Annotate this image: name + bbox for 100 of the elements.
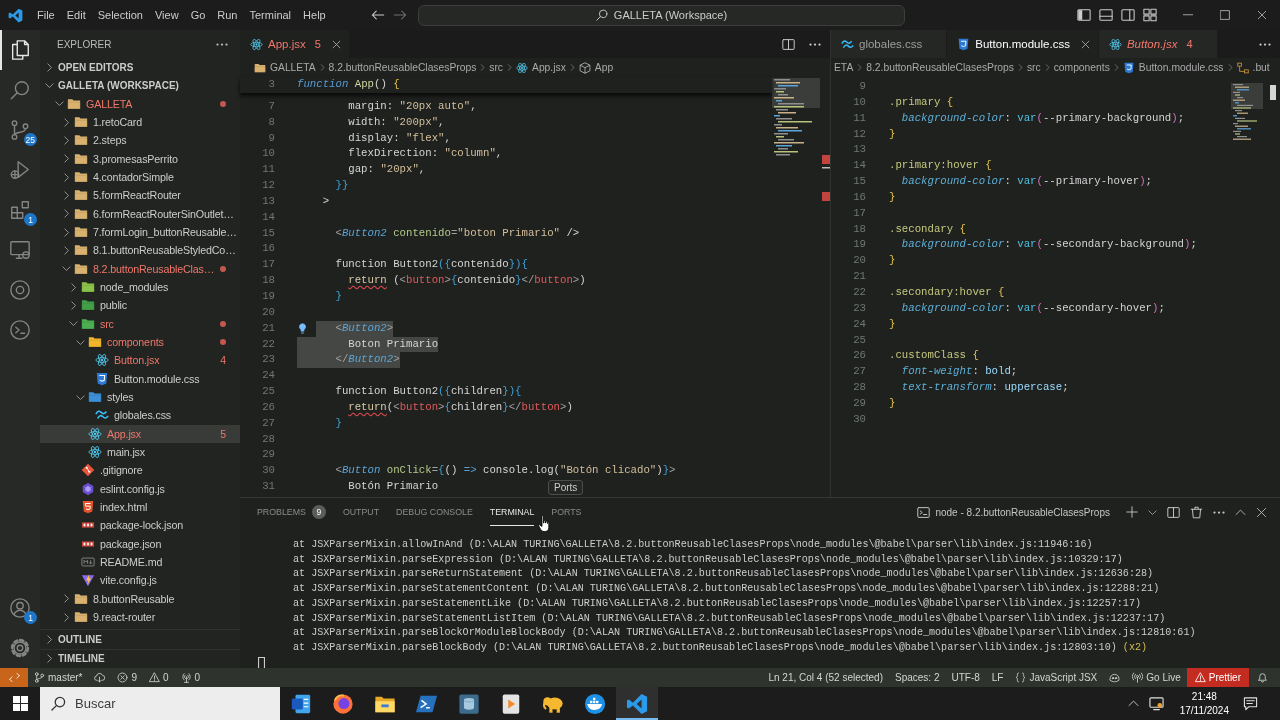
tree-item[interactable]: 9.react-router (40, 607, 240, 627)
tree-item[interactable]: 7.formLogin_buttonReusable… (40, 222, 240, 242)
menu-item[interactable]: Terminal (243, 7, 298, 23)
breadcrumb[interactable]: App (578, 61, 614, 74)
tree-item[interactable]: index.html (40, 497, 240, 517)
back-arrow-icon[interactable] (371, 8, 385, 22)
activity-button[interactable]: 1 (0, 588, 40, 628)
close-icon[interactable] (1256, 10, 1267, 20)
status-item[interactable]: UTF-8 (945, 668, 986, 687)
lightbulb-icon[interactable] (297, 321, 308, 335)
panel-tab[interactable]: PORTS (551, 498, 582, 526)
tree-item[interactable]: 5.formReactRouter (40, 186, 240, 205)
tree-item[interactable]: 2.steps (40, 131, 240, 150)
status-item[interactable]: 0 (143, 668, 175, 687)
command-center[interactable]: GALLETA (Workspace) (418, 4, 905, 26)
status-item[interactable]: 9 (111, 668, 143, 687)
menu-item[interactable]: Help (297, 7, 332, 23)
editor-tab[interactable]: Button.jsx 4 (1098, 30, 1218, 58)
breadcrumb[interactable]: App.jsx (516, 61, 566, 74)
bell-icon[interactable] (1257, 672, 1268, 683)
section-header[interactable]: TIMELINE (40, 649, 240, 668)
close-icon[interactable] (331, 39, 341, 49)
panel-tab[interactable]: OUTPUT (342, 498, 380, 526)
plus-icon[interactable] (1126, 506, 1138, 518)
chevron-up-icon[interactable] (1127, 698, 1139, 709)
tree-item[interactable]: eslint.config.js (40, 479, 240, 498)
scrollbar-thumb[interactable] (1269, 85, 1276, 100)
chevron-up-icon[interactable] (1235, 506, 1246, 518)
maximize-icon[interactable] (1219, 10, 1230, 20)
tree-item[interactable]: Button.module.css (40, 369, 240, 388)
more-icon[interactable] (1213, 510, 1225, 514)
menu-item[interactable]: Run (211, 7, 244, 23)
section-header[interactable]: OUTLINE (40, 630, 240, 649)
clock-date[interactable]: 17/11/2024 (1179, 703, 1229, 718)
section-header[interactable]: GALLETA (WORKSPACE) (40, 76, 240, 95)
panel-tab[interactable]: TERMINAL (489, 498, 535, 526)
layout-grid-icon[interactable] (1143, 8, 1157, 22)
breadcrumb[interactable]: 8.2.buttonReusableClasesProps (866, 62, 1014, 73)
clock-time[interactable]: 21:48 (1191, 689, 1217, 704)
more-icon[interactable] (809, 42, 821, 46)
activity-tab[interactable]: 1 (0, 190, 40, 230)
menu-item[interactable]: Selection (91, 7, 149, 23)
more-icon[interactable] (1259, 42, 1271, 46)
display-icon[interactable] (1148, 696, 1164, 711)
tree-item[interactable]: App.jsx 5 (40, 424, 240, 443)
split-editor-icon[interactable] (782, 37, 795, 51)
search-box[interactable]: Buscar (40, 687, 280, 720)
status-item[interactable]: Go Live (1126, 668, 1187, 687)
breadcrumb[interactable]: components (1053, 62, 1110, 73)
notification-icon[interactable] (1243, 696, 1258, 711)
secondary-sidebar-layout-icon[interactable] (1121, 8, 1135, 22)
status-item[interactable]: Ln 21, Col 4 (52 selected) (762, 668, 889, 687)
status-item[interactable]: Spaces: 2 (889, 668, 946, 687)
breadcrumb[interactable]: ETA (834, 62, 854, 73)
breadcrumb[interactable]: src (489, 62, 503, 73)
terminal-selector[interactable]: node - 8.2.buttonReusableClasesProps (917, 505, 1110, 519)
tree-item[interactable]: main.jsx (40, 442, 240, 462)
tree-item[interactable]: src (40, 314, 240, 333)
minimize-icon[interactable] (1182, 14, 1193, 16)
editor-tab[interactable]: Button.module.css (947, 30, 1099, 58)
tree-item[interactable]: package.json (40, 534, 240, 553)
breadcrumb[interactable]: src (1026, 62, 1041, 73)
trash-icon[interactable] (1190, 505, 1203, 519)
cloud-sync-icon[interactable] (94, 672, 106, 683)
tree-item[interactable]: 8.2.buttonReusableClas… (40, 259, 240, 278)
tree-item[interactable]: package-lock.json (40, 516, 240, 535)
search-field[interactable]: Buscar (75, 693, 255, 714)
tree-item[interactable]: README.md (40, 552, 240, 572)
tree-item[interactable]: 1.retoCard (40, 113, 240, 132)
start-icon[interactable] (12, 696, 28, 711)
forward-arrow-icon[interactable] (393, 8, 407, 22)
panel-tab[interactable]: DEBUG CONSOLE (396, 498, 473, 526)
status-item[interactable]: LF (985, 668, 1010, 687)
panel-tab[interactable]: PROBLEMS 9 (257, 498, 326, 526)
activity-tab[interactable]: 25 (0, 110, 40, 150)
tree-item[interactable]: public (40, 296, 240, 315)
split-terminal-icon[interactable] (1167, 505, 1180, 519)
tree-item[interactable]: node_modules (40, 277, 240, 297)
tree-item[interactable]: vite.config.js (40, 571, 240, 590)
chevron-down-icon[interactable] (1148, 507, 1157, 517)
editor-tab[interactable]: globales.css (831, 30, 948, 58)
close-icon[interactable] (1080, 39, 1090, 49)
status-item[interactable]: 0 (174, 668, 207, 687)
menu-item[interactable]: Edit (60, 7, 92, 23)
tree-item[interactable]: .gitignore (40, 461, 240, 480)
sidebar-layout-icon[interactable] (1077, 8, 1091, 22)
tree-item[interactable]: components (40, 332, 240, 352)
tree-item[interactable]: 8.buttonReusable (40, 589, 240, 608)
breadcrumb[interactable]: 8.2.buttonReusableClasesProps (328, 62, 477, 73)
breadcrumb[interactable]: GALLETA (254, 61, 316, 74)
status-item[interactable]: Prettier (1186, 668, 1249, 687)
menu-item[interactable]: Go (184, 7, 212, 23)
editor-tab[interactable]: App.jsx 5 (240, 30, 350, 58)
menu-item[interactable]: View (148, 7, 185, 23)
status-item[interactable]: master* (28, 668, 89, 687)
more-icon[interactable] (216, 42, 228, 46)
breadcrumb[interactable]: .but (1236, 61, 1270, 74)
tree-item[interactable]: Button.jsx 4 (40, 351, 240, 370)
tree-item[interactable]: 3.promesasPerrito (40, 149, 240, 168)
status-item[interactable]: JavaScript JSX (1009, 668, 1104, 687)
